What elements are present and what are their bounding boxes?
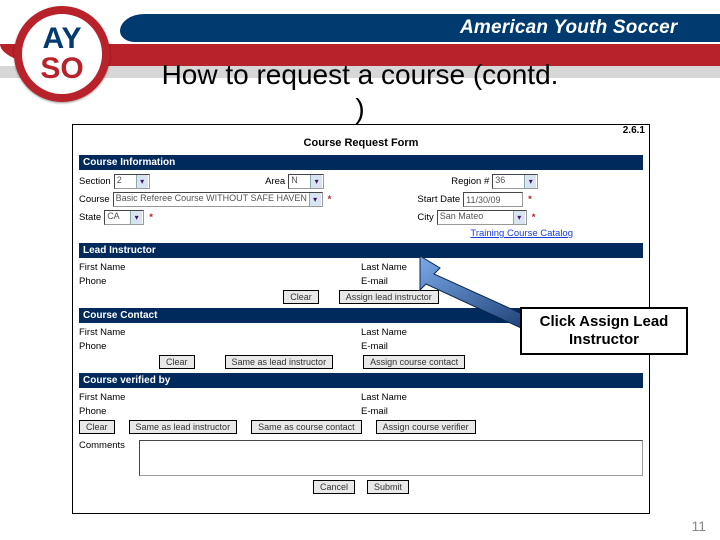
- section-lead-instructor: Lead Instructor: [79, 243, 643, 258]
- startdate-input[interactable]: [463, 192, 523, 207]
- cc-same-as-lead-button[interactable]: Same as lead instructor: [225, 355, 334, 369]
- region-label: Region #: [451, 176, 489, 187]
- li-last-name-label: Last Name: [361, 262, 407, 273]
- required-icon: *: [530, 212, 538, 223]
- required-icon: *: [526, 194, 534, 205]
- ayso-logo: AY SO: [14, 6, 110, 102]
- li-clear-button[interactable]: Clear: [283, 290, 319, 304]
- comments-textarea[interactable]: [139, 440, 643, 476]
- required-icon: *: [326, 194, 334, 205]
- logo-text-bottom: SO: [40, 54, 83, 84]
- callout-box: Click Assign Lead Instructor: [520, 307, 688, 355]
- section-label: Section: [79, 176, 111, 187]
- assign-course-contact-button[interactable]: Assign course contact: [363, 355, 465, 369]
- startdate-label: Start Date: [417, 194, 460, 205]
- cv-last-name-label: Last Name: [361, 392, 407, 403]
- comments-label: Comments: [79, 440, 139, 451]
- org-title-bar: American Youth Soccer Organization: [120, 14, 720, 42]
- form-title: Course Request Form: [79, 137, 643, 149]
- cc-first-name-label: First Name: [79, 327, 125, 338]
- cancel-button[interactable]: Cancel: [313, 480, 355, 494]
- cc-email-label: E-mail: [361, 341, 388, 352]
- cv-same-as-lead-button[interactable]: Same as lead instructor: [129, 420, 238, 434]
- section-course-verified: Course verified by: [79, 373, 643, 388]
- li-email-label: E-mail: [361, 276, 388, 287]
- cv-email-label: E-mail: [361, 406, 388, 417]
- cv-same-as-contact-button[interactable]: Same as course contact: [251, 420, 362, 434]
- region-select[interactable]: 36: [492, 174, 538, 189]
- cc-last-name-label: Last Name: [361, 327, 407, 338]
- section-course-information: Course Information: [79, 155, 643, 170]
- callout-text: Click Assign Lead Instructor: [540, 313, 669, 348]
- logo-text-top: AY: [40, 24, 83, 54]
- cv-phone-label: Phone: [79, 406, 106, 417]
- slide-title: How to request a course (contd. ): [160, 58, 560, 125]
- assign-course-verifier-button[interactable]: Assign course verifier: [376, 420, 476, 434]
- course-select[interactable]: Basic Referee Course WITHOUT SAFE HAVEN: [113, 192, 323, 207]
- city-label: City: [417, 212, 433, 223]
- li-first-name-label: First Name: [79, 262, 125, 273]
- li-phone-label: Phone: [79, 276, 106, 287]
- state-label: State: [79, 212, 101, 223]
- cc-phone-label: Phone: [79, 341, 106, 352]
- required-icon: *: [147, 212, 155, 223]
- page-number: 11: [691, 518, 706, 534]
- version-label: 2.6.1: [623, 125, 645, 136]
- cc-clear-button[interactable]: Clear: [159, 355, 195, 369]
- cv-first-name-label: First Name: [79, 392, 125, 403]
- cv-clear-button[interactable]: Clear: [79, 420, 115, 434]
- section-select[interactable]: 2: [114, 174, 150, 189]
- state-select[interactable]: CA: [104, 210, 144, 225]
- area-label: Area: [265, 176, 285, 187]
- training-catalog-link[interactable]: Training Course Catalog: [470, 228, 573, 239]
- area-select[interactable]: N: [288, 174, 324, 189]
- city-select[interactable]: San Mateo: [437, 210, 527, 225]
- course-label: Course: [79, 194, 110, 205]
- submit-button[interactable]: Submit: [367, 480, 409, 494]
